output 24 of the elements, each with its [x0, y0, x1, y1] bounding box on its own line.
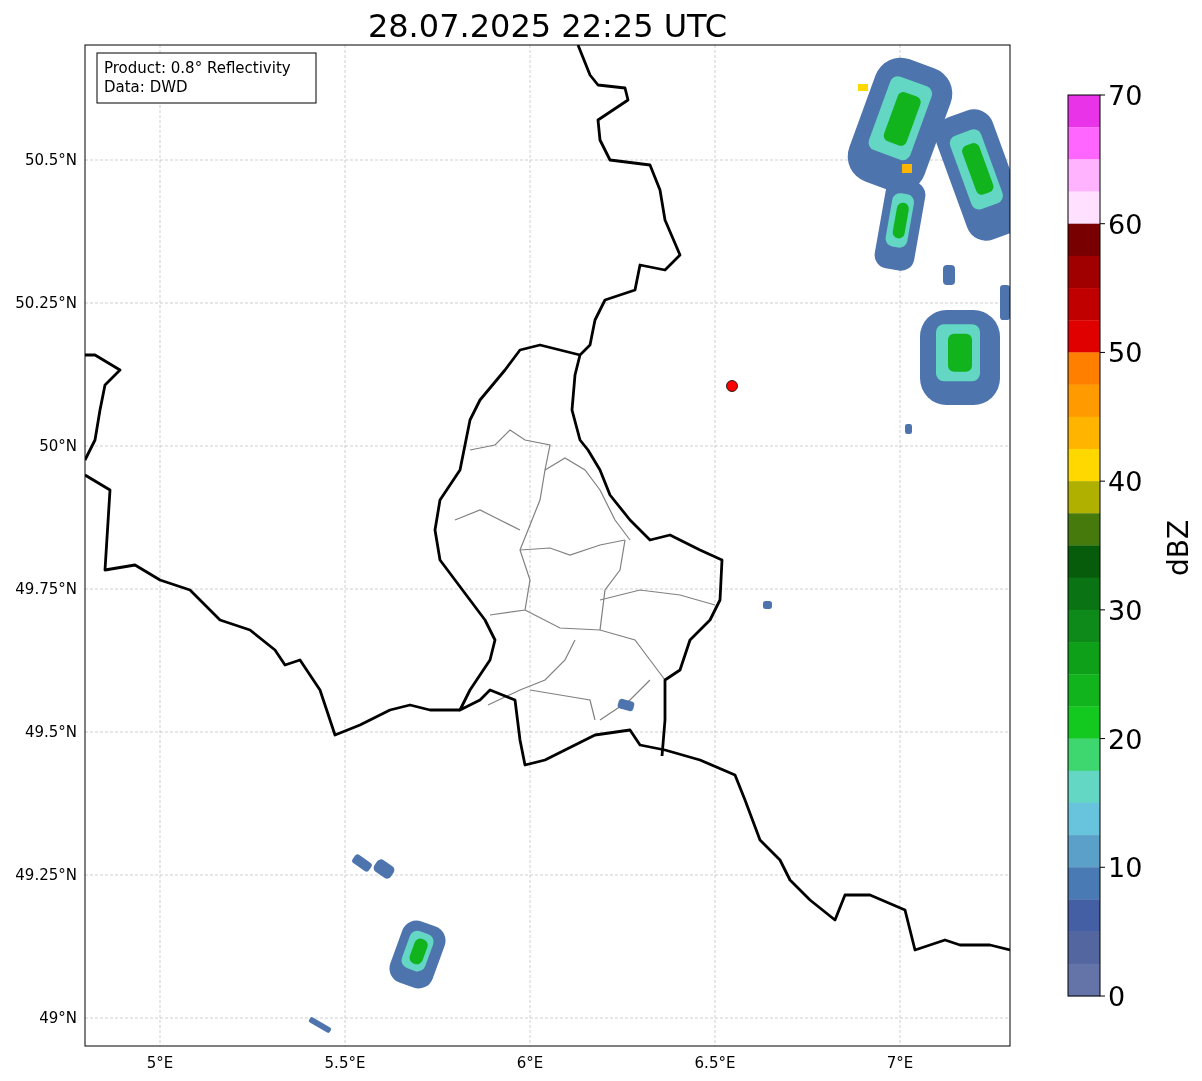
colorbar-tick-label: 70 — [1108, 80, 1143, 111]
colorbar-tick-label: 20 — [1108, 723, 1143, 755]
legend-text: Product: 0.8° Reflectivity — [104, 59, 291, 77]
latitude-label: 50°N — [39, 437, 77, 455]
longitude-label: 5.5°E — [324, 1054, 366, 1072]
latitude-label: 49.75°N — [15, 580, 77, 598]
latitude-label: 49°N — [39, 1009, 77, 1027]
longitude-label: 7°E — [886, 1054, 914, 1072]
colorbar-tick-label: 60 — [1108, 208, 1143, 240]
colorbar-label: dBZ — [1162, 519, 1195, 577]
colorbar-tick-label: 50 — [1108, 337, 1143, 369]
longitude-label: 6°E — [516, 1054, 544, 1072]
colorbar-tick-label: 0 — [1108, 981, 1126, 1012]
colorbar-tick-label: 30 — [1108, 594, 1143, 626]
longitude-label: 6.5°E — [694, 1054, 736, 1072]
longitude-label: 5°E — [146, 1054, 174, 1072]
legend-text: Data: DWD — [104, 78, 188, 96]
latitude-label: 49.5°N — [24, 723, 77, 741]
latitude-label: 50.25°N — [15, 294, 77, 312]
colorbar-tick-label: 10 — [1108, 852, 1143, 884]
latitude-label: 50.5°N — [24, 151, 77, 169]
chart-title: 28.07.2025 22:25 UTC — [367, 7, 728, 45]
colorbar-tick-label: 40 — [1108, 466, 1143, 498]
latitude-label: 49.25°N — [15, 866, 77, 884]
